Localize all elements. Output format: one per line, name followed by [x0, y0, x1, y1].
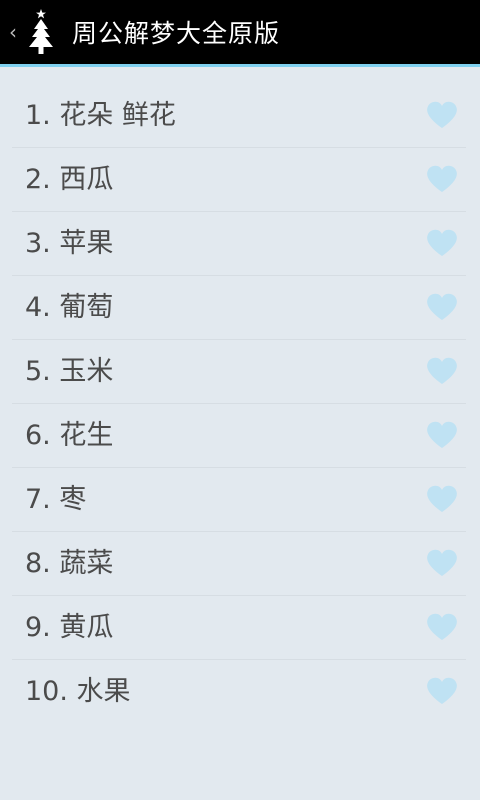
list-item[interactable]: 7. 枣: [12, 468, 466, 532]
heart-icon[interactable]: [426, 164, 458, 194]
action-bar: ‹ 周公解梦大全原版: [0, 0, 480, 67]
list-item[interactable]: 3. 苹果: [12, 212, 466, 276]
list-item-label: 10. 水果: [25, 676, 131, 707]
heart-icon[interactable]: [426, 356, 458, 386]
list-item[interactable]: 9. 黄瓜: [12, 596, 466, 660]
list-item-label: 8. 蔬菜: [25, 548, 114, 579]
list-item-label: 1. 花朵 鲜花: [25, 100, 176, 131]
heart-icon[interactable]: [426, 676, 458, 706]
list-item-label: 7. 枣: [25, 484, 87, 515]
list-item-label: 6. 花生: [25, 420, 114, 451]
list-item-label: 2. 西瓜: [25, 164, 114, 195]
list-item-label: 9. 黄瓜: [25, 612, 114, 643]
list-item-label: 5. 玉米: [25, 356, 114, 387]
heart-icon[interactable]: [426, 292, 458, 322]
list-item[interactable]: 6. 花生: [12, 404, 466, 468]
list-item[interactable]: 8. 蔬菜: [12, 532, 466, 596]
page-title: 周公解梦大全原版: [72, 19, 281, 48]
list-item[interactable]: 2. 西瓜: [12, 148, 466, 212]
heart-icon[interactable]: [426, 612, 458, 642]
list-item-label: 3. 苹果: [25, 228, 114, 259]
list-item-label: 4. 葡萄: [25, 292, 114, 323]
back-icon[interactable]: ‹: [3, 22, 23, 42]
list-item[interactable]: 1. 花朵 鲜花: [12, 84, 466, 148]
heart-icon[interactable]: [426, 228, 458, 258]
christmas-tree-icon[interactable]: [24, 6, 58, 58]
heart-icon[interactable]: [426, 484, 458, 514]
list-item[interactable]: 4. 葡萄: [12, 276, 466, 340]
heart-icon[interactable]: [426, 548, 458, 578]
list-item[interactable]: 5. 玉米: [12, 340, 466, 404]
dream-item-list: 1. 花朵 鲜花 2. 西瓜 3. 苹果 4. 葡萄 5. 玉米 6. 花生 7…: [0, 67, 480, 724]
list-item[interactable]: 10. 水果: [12, 660, 466, 724]
heart-icon[interactable]: [426, 420, 458, 450]
heart-icon[interactable]: [426, 100, 458, 130]
